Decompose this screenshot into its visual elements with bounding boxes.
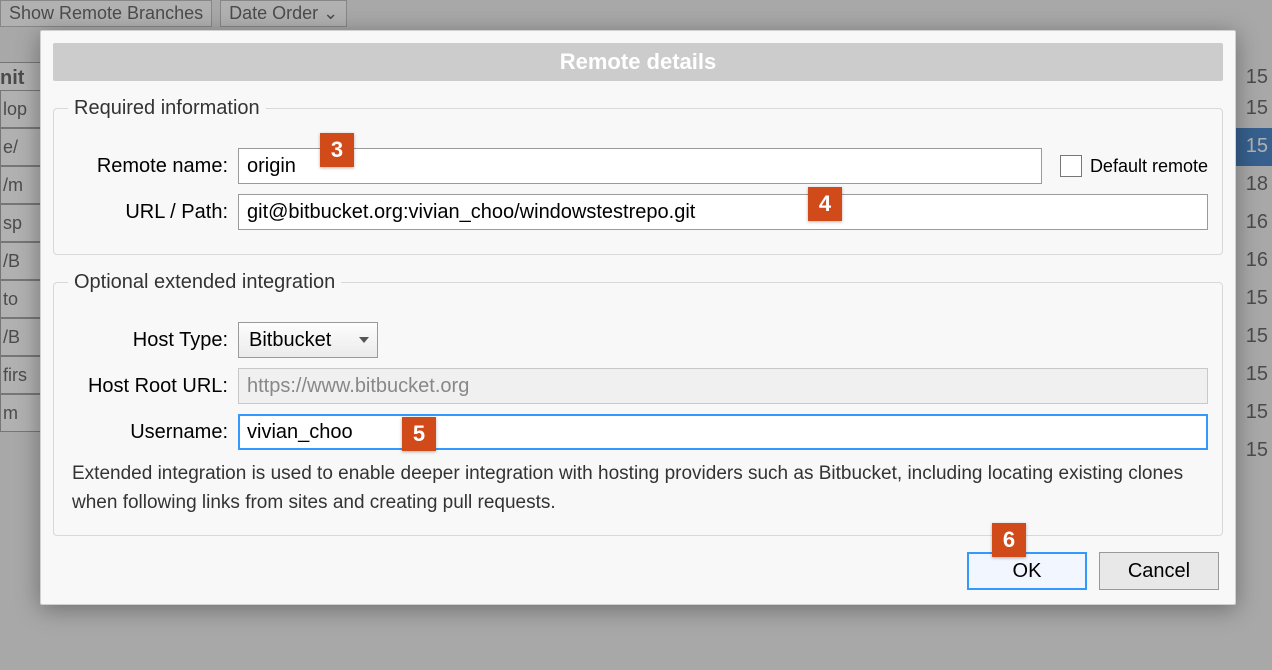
required-information-legend: Required information — [68, 97, 266, 120]
dialog-title: Remote details — [53, 43, 1223, 81]
required-information-group: Required information Remote name: Defaul… — [53, 97, 1223, 255]
remote-name-input[interactable] — [238, 148, 1042, 184]
host-type-value: Bitbucket — [249, 329, 331, 352]
integration-hint-text: Extended integration is used to enable d… — [72, 460, 1204, 517]
remote-name-label: Remote name: — [68, 155, 228, 178]
annotation-badge-3: 3 — [320, 133, 354, 167]
username-input[interactable] — [238, 414, 1208, 450]
host-root-url-input — [238, 368, 1208, 404]
ok-button[interactable]: OK — [967, 552, 1087, 590]
remote-details-dialog: Remote details Required information Remo… — [40, 30, 1236, 605]
annotation-badge-6: 6 — [992, 523, 1026, 557]
annotation-badge-4: 4 — [808, 187, 842, 221]
optional-integration-legend: Optional extended integration — [68, 271, 341, 294]
annotation-badge-5: 5 — [402, 417, 436, 451]
host-type-label: Host Type: — [68, 329, 228, 352]
url-path-input[interactable] — [238, 194, 1208, 230]
default-remote-checkbox[interactable] — [1060, 155, 1082, 177]
url-path-label: URL / Path: — [68, 201, 228, 224]
host-root-url-label: Host Root URL: — [68, 375, 228, 398]
optional-integration-group: Optional extended integration Host Type:… — [53, 271, 1223, 536]
cancel-button[interactable]: Cancel — [1099, 552, 1219, 590]
username-label: Username: — [68, 421, 228, 444]
host-type-select[interactable]: Bitbucket — [238, 322, 378, 358]
default-remote-label: Default remote — [1090, 156, 1208, 177]
